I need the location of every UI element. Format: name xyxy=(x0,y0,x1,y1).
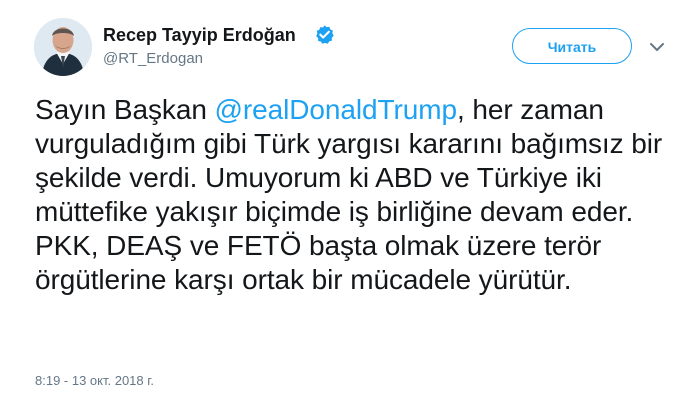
follow-button[interactable]: Читать xyxy=(512,28,632,64)
profile-photo-icon xyxy=(34,18,92,76)
tweet-card: Recep Tayyip Erdoğan @RT_Erdogan Читать … xyxy=(0,0,698,400)
more-options-button[interactable] xyxy=(647,37,667,57)
verified-badge-icon xyxy=(314,24,335,45)
mention-link[interactable]: @realDonaldTrump xyxy=(215,94,458,125)
avatar[interactable] xyxy=(34,18,92,76)
tweet-text: Sayın Başkan @realDonaldTrump, her zaman… xyxy=(35,93,669,297)
chevron-down-icon xyxy=(650,43,664,51)
author-handle[interactable]: @RT_Erdogan xyxy=(103,50,203,68)
tweet-text-before-mention: Sayın Başkan xyxy=(35,94,215,125)
tweet-timestamp[interactable]: 8:19 - 13 окт. 2018 г. xyxy=(35,373,154,389)
author-name[interactable]: Recep Tayyip Erdoğan xyxy=(103,24,296,46)
